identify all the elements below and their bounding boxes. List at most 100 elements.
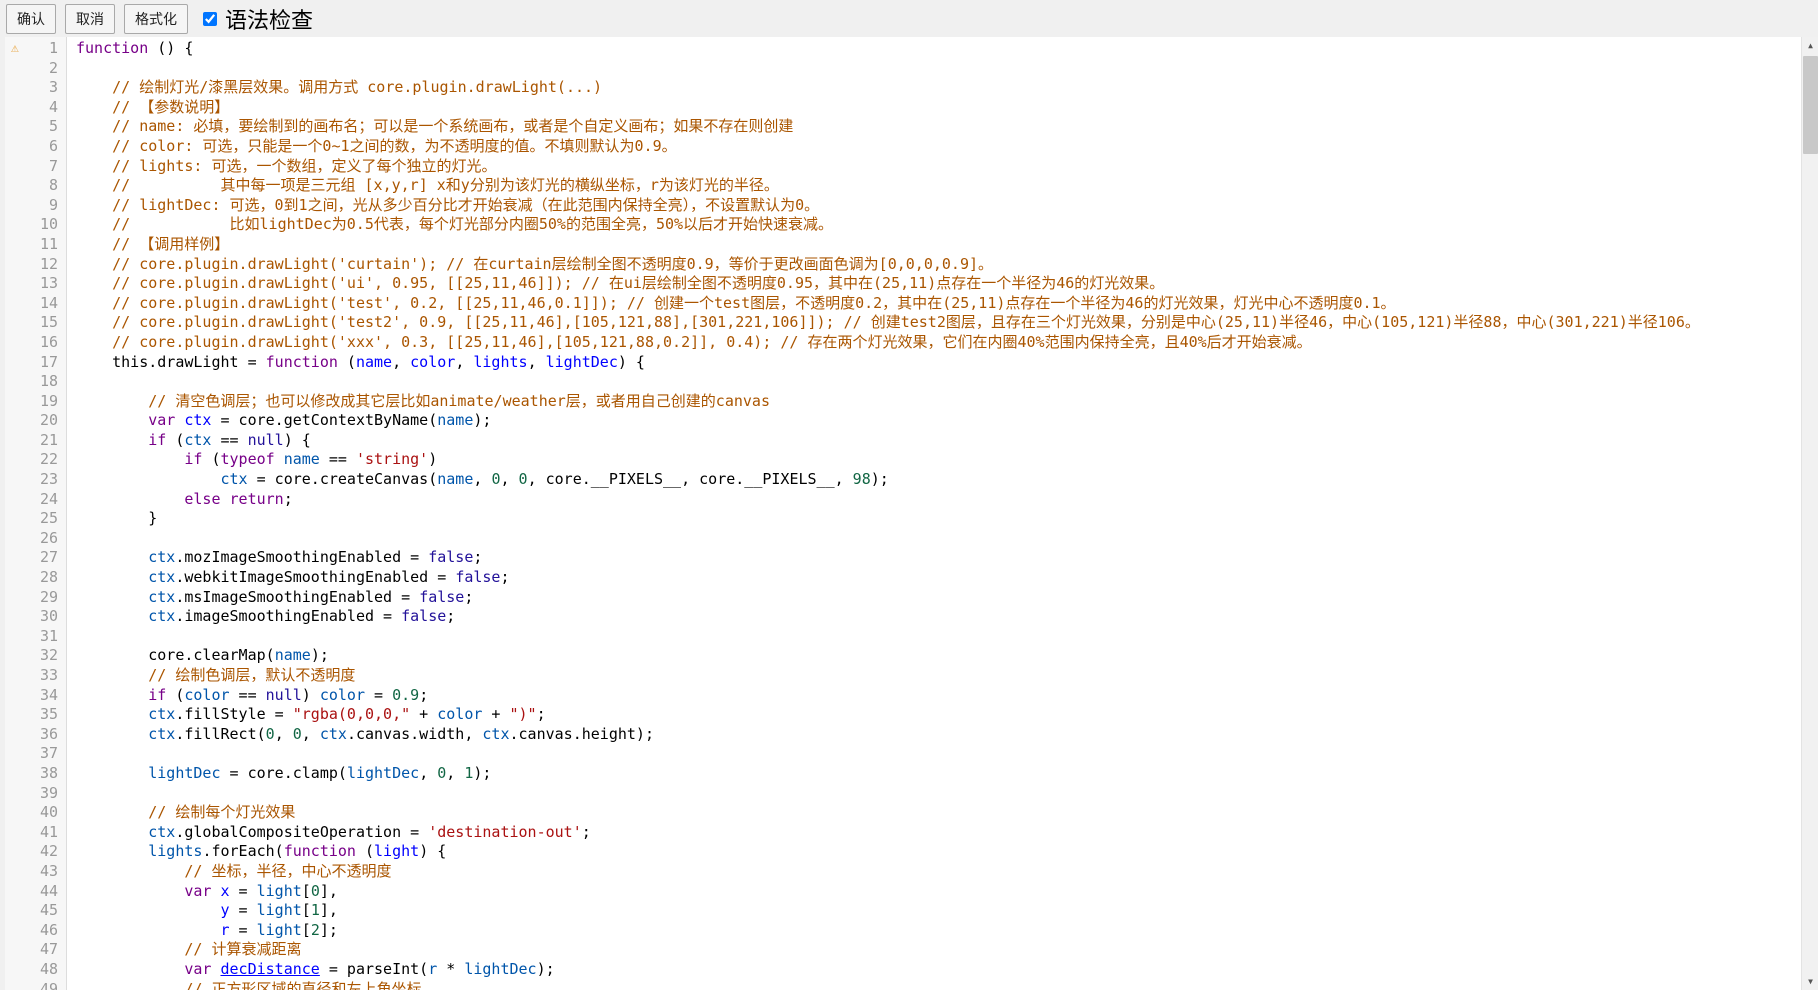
code-line-content[interactable]: // core.plugin.drawLight('ui', 0.95, [[2… — [67, 274, 1801, 294]
code-line-content[interactable]: var decDistance = parseInt(r * lightDec)… — [67, 960, 1801, 980]
code-line-content[interactable]: r = light[2]; — [67, 921, 1801, 941]
code-line-content[interactable]: // 坐标，半径，中心不透明度 — [67, 862, 1801, 882]
code-line: 26 — [5, 529, 1801, 549]
code-line-content[interactable]: // name: 必填，要绘制到的画布名；可以是一个系统画布，或者是个自定义画布… — [67, 117, 1801, 137]
scrollbar-thumb[interactable] — [1803, 56, 1818, 154]
code-line-content[interactable]: ctx.mozImageSmoothingEnabled = false; — [67, 548, 1801, 568]
confirm-button[interactable]: 确认 — [6, 4, 56, 34]
syntax-check-label[interactable]: 语法检查 — [225, 3, 313, 35]
code-line: 17 this.drawLight = function (name, colo… — [5, 353, 1801, 373]
code-line-content[interactable] — [67, 372, 1801, 392]
code-line-content[interactable]: // 绘制色调层，默认不透明度 — [67, 666, 1801, 686]
line-number: 33 — [5, 666, 67, 686]
code-line: 31 — [5, 627, 1801, 647]
code-line: 38 lightDec = core.clamp(lightDec, 0, 1)… — [5, 764, 1801, 784]
line-number: 38 — [5, 764, 67, 784]
code-line-content[interactable] — [67, 59, 1801, 79]
code-line-content[interactable]: // 正方形区域的直径和左上角坐标 — [67, 980, 1801, 990]
code-line-content[interactable]: // 【参数说明】 — [67, 98, 1801, 118]
code-line: 13 // core.plugin.drawLight('ui', 0.95, … — [5, 274, 1801, 294]
format-button[interactable]: 格式化 — [124, 4, 188, 34]
code-line-content[interactable]: ctx.webkitImageSmoothingEnabled = false; — [67, 568, 1801, 588]
code-line-content[interactable] — [67, 784, 1801, 804]
code-line-content[interactable]: ctx.msImageSmoothingEnabled = false; — [67, 588, 1801, 608]
line-number: 4 — [5, 98, 67, 118]
code-line-content[interactable]: // 绘制每个灯光效果 — [67, 803, 1801, 823]
line-number: 10 — [5, 215, 67, 235]
line-number: 45 — [5, 901, 67, 921]
line-number: 26 — [5, 529, 67, 549]
code-line-content[interactable]: // 其中每一项是三元组 [x,y,r] x和y分别为该灯光的横纵坐标，r为该灯… — [67, 176, 1801, 196]
code-line: 42 lights.forEach(function (light) { — [5, 842, 1801, 862]
line-number: 13 — [5, 274, 67, 294]
line-number: 39 — [5, 784, 67, 804]
line-number: 34 — [5, 686, 67, 706]
code-line: 2 — [5, 59, 1801, 79]
code-line-content[interactable]: // color: 可选，只能是一个0~1之间的数，为不透明度的值。不填则默认为… — [67, 137, 1801, 157]
code-line-content[interactable]: // core.plugin.drawLight('test', 0.2, [[… — [67, 294, 1801, 314]
code-line-content[interactable]: // 比如lightDec为0.5代表，每个灯光部分内圈50%的范围全亮，50%… — [67, 215, 1801, 235]
line-number: 49 — [5, 980, 67, 990]
code-line-content[interactable]: // 绘制灯光/漆黑层效果。调用方式 core.plugin.drawLight… — [67, 78, 1801, 98]
line-number: 3 — [5, 78, 67, 98]
code-line-content[interactable] — [67, 744, 1801, 764]
cancel-button[interactable]: 取消 — [65, 4, 115, 34]
code-line: 39 — [5, 784, 1801, 804]
code-line: 40 // 绘制每个灯光效果 — [5, 803, 1801, 823]
code-line-content[interactable]: // 【调用样例】 — [67, 235, 1801, 255]
code-line-content[interactable] — [67, 627, 1801, 647]
line-number: 42 — [5, 842, 67, 862]
code-line-content[interactable]: this.drawLight = function (name, color, … — [67, 353, 1801, 373]
code-line-content[interactable]: // core.plugin.drawLight('test2', 0.9, [… — [67, 313, 1801, 333]
code-line: 36 ctx.fillRect(0, 0, ctx.canvas.width, … — [5, 725, 1801, 745]
code-lines[interactable]: ⚠1function () {2 3 // 绘制灯光/漆黑层效果。调用方式 co… — [5, 39, 1801, 990]
code-line: 14 // core.plugin.drawLight('test', 0.2,… — [5, 294, 1801, 314]
code-line-content[interactable]: ctx.globalCompositeOperation = 'destinat… — [67, 823, 1801, 843]
line-number: 48 — [5, 960, 67, 980]
code-line-content[interactable]: if (typeof name == 'string') — [67, 450, 1801, 470]
code-editor[interactable]: ⚠1function () {2 3 // 绘制灯光/漆黑层效果。调用方式 co… — [5, 37, 1818, 990]
line-number: 19 — [5, 392, 67, 412]
code-line-content[interactable] — [67, 529, 1801, 549]
code-line: 16 // core.plugin.drawLight('xxx', 0.3, … — [5, 333, 1801, 353]
code-line-content[interactable]: else return; — [67, 490, 1801, 510]
scroll-up-icon[interactable]: ▲ — [1802, 37, 1818, 54]
line-number: 20 — [5, 411, 67, 431]
code-line-content[interactable]: if (color == null) color = 0.9; — [67, 686, 1801, 706]
code-line-content[interactable]: if (ctx == null) { — [67, 431, 1801, 451]
code-line-content[interactable]: var x = light[0], — [67, 882, 1801, 902]
code-line-content[interactable]: ctx.imageSmoothingEnabled = false; — [67, 607, 1801, 627]
code-line-content[interactable]: // lightDec: 可选，0到1之间，光从多少百分比才开始衰减（在此范围内… — [67, 196, 1801, 216]
code-line-content[interactable]: // 清空色调层；也可以修改成其它层比如animate/weather层，或者用… — [67, 392, 1801, 412]
line-number: 9 — [5, 196, 67, 216]
code-line-content[interactable]: lightDec = core.clamp(lightDec, 0, 1); — [67, 764, 1801, 784]
code-line-content[interactable]: function () { — [67, 39, 1801, 59]
code-line-content[interactable]: ctx.fillStyle = "rgba(0,0,0," + color + … — [67, 705, 1801, 725]
code-line-content[interactable]: ctx = core.createCanvas(name, 0, 0, core… — [67, 470, 1801, 490]
vertical-scrollbar[interactable]: ▲ ▼ — [1801, 37, 1818, 990]
code-line: 35 ctx.fillStyle = "rgba(0,0,0," + color… — [5, 705, 1801, 725]
code-line: 41 ctx.globalCompositeOperation = 'desti… — [5, 823, 1801, 843]
code-line-content[interactable]: var ctx = core.getContextByName(name); — [67, 411, 1801, 431]
code-line: 28 ctx.webkitImageSmoothingEnabled = fal… — [5, 568, 1801, 588]
line-number: 46 — [5, 921, 67, 941]
line-number: 2 — [5, 59, 67, 79]
code-line-content[interactable]: // core.plugin.drawLight('xxx', 0.3, [[2… — [67, 333, 1801, 353]
code-line-content[interactable]: core.clearMap(name); — [67, 646, 1801, 666]
code-line-content[interactable]: // 计算衰减距离 — [67, 940, 1801, 960]
line-number: 15 — [5, 313, 67, 333]
scroll-down-icon[interactable]: ▼ — [1802, 973, 1818, 990]
line-number: 28 — [5, 568, 67, 588]
code-line: 37 — [5, 744, 1801, 764]
syntax-check-checkbox[interactable] — [203, 12, 217, 26]
code-line: 23 ctx = core.createCanvas(name, 0, 0, c… — [5, 470, 1801, 490]
code-line: 48 var decDistance = parseInt(r * lightD… — [5, 960, 1801, 980]
code-line-content[interactable]: // lights: 可选，一个数组，定义了每个独立的灯光。 — [67, 157, 1801, 177]
code-line-content[interactable]: y = light[1], — [67, 901, 1801, 921]
line-number: 36 — [5, 725, 67, 745]
code-line-content[interactable]: // core.plugin.drawLight('curtain'); // … — [67, 255, 1801, 275]
line-number: 27 — [5, 548, 67, 568]
code-line-content[interactable]: ctx.fillRect(0, 0, ctx.canvas.width, ctx… — [67, 725, 1801, 745]
code-line-content[interactable]: lights.forEach(function (light) { — [67, 842, 1801, 862]
code-line-content[interactable]: } — [67, 509, 1801, 529]
